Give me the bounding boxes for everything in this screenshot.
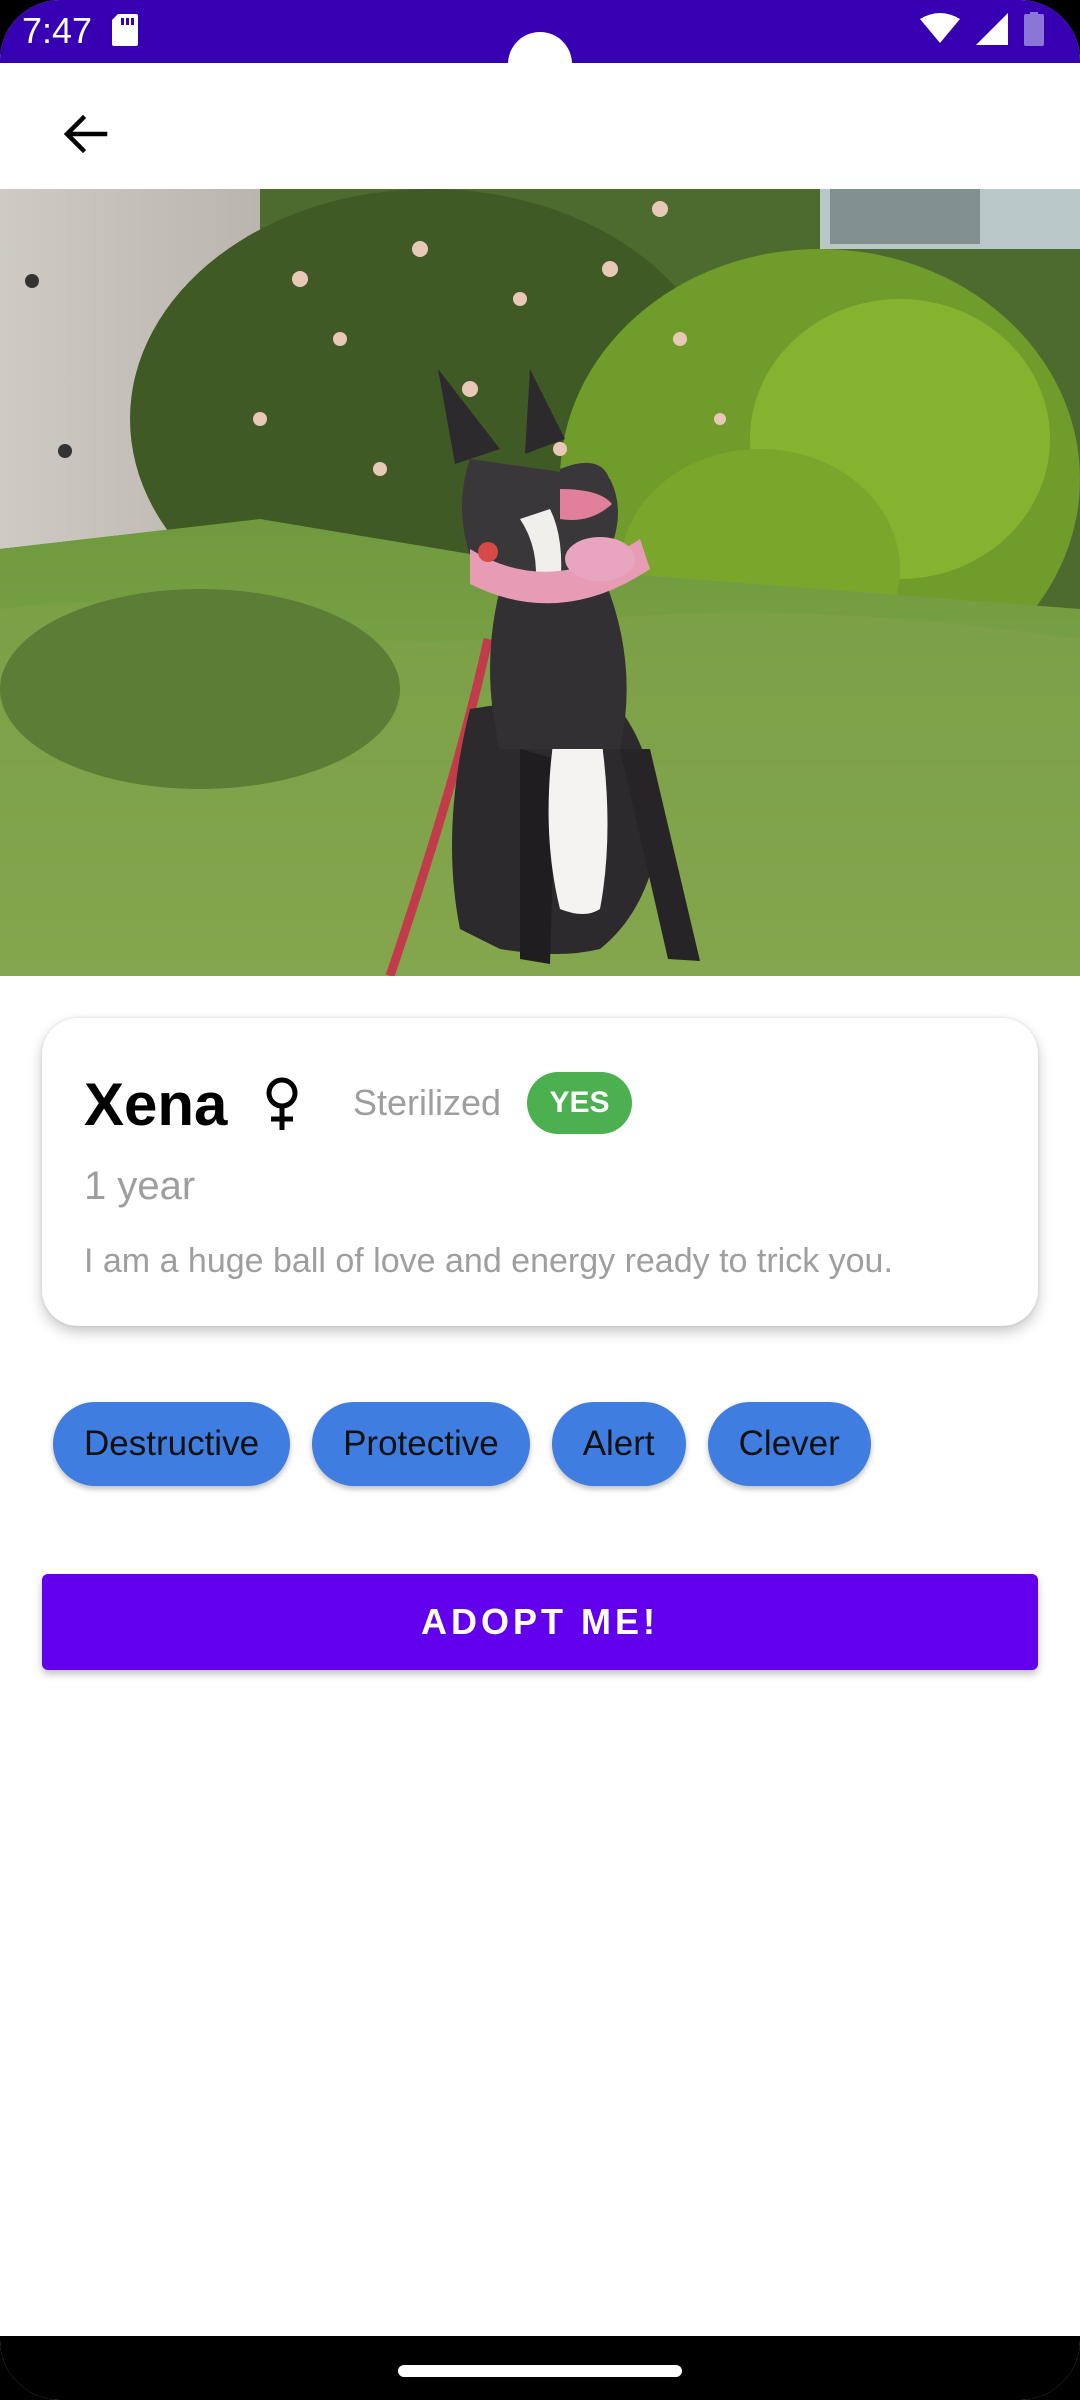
pet-detail-screen: 7:47 Xena Sterilized YES 1 year I am a h…	[0, 0, 1080, 2400]
pet-name: Xena	[84, 1071, 228, 1138]
adopt-button[interactable]: ADOPT ME!	[42, 1574, 1038, 1670]
pet-description: I am a huge ball of love and energy read…	[84, 1242, 893, 1280]
back-button[interactable]	[40, 89, 130, 179]
chip-destructive[interactable]: Destructive	[53, 1402, 291, 1486]
pet-photo	[0, 189, 1080, 976]
sterilized-status-badge: YES	[527, 1072, 632, 1134]
sd-card-icon	[112, 14, 138, 46]
arrow-back-icon	[63, 114, 108, 154]
signal-icon	[976, 13, 1008, 45]
pet-info-card: Xena Sterilized YES 1 year I am a huge b…	[42, 1018, 1038, 1326]
home-gesture-handle[interactable]	[398, 2365, 682, 2377]
app-bar	[0, 63, 1080, 189]
dog-photo-image	[0, 189, 1080, 976]
trait-chips: Destructive Protective Alert Clever	[53, 1402, 871, 1486]
pet-age: 1 year	[84, 1164, 196, 1208]
battery-icon	[1024, 12, 1044, 46]
status-icons	[920, 12, 1044, 46]
chip-clever[interactable]: Clever	[707, 1402, 871, 1486]
chip-protective[interactable]: Protective	[312, 1402, 530, 1486]
wifi-icon	[920, 13, 960, 43]
sterilized-label: Sterilized	[353, 1082, 502, 1123]
chip-alert[interactable]: Alert	[551, 1402, 686, 1486]
female-icon	[266, 1077, 298, 1130]
status-time: 7:47	[22, 10, 93, 51]
